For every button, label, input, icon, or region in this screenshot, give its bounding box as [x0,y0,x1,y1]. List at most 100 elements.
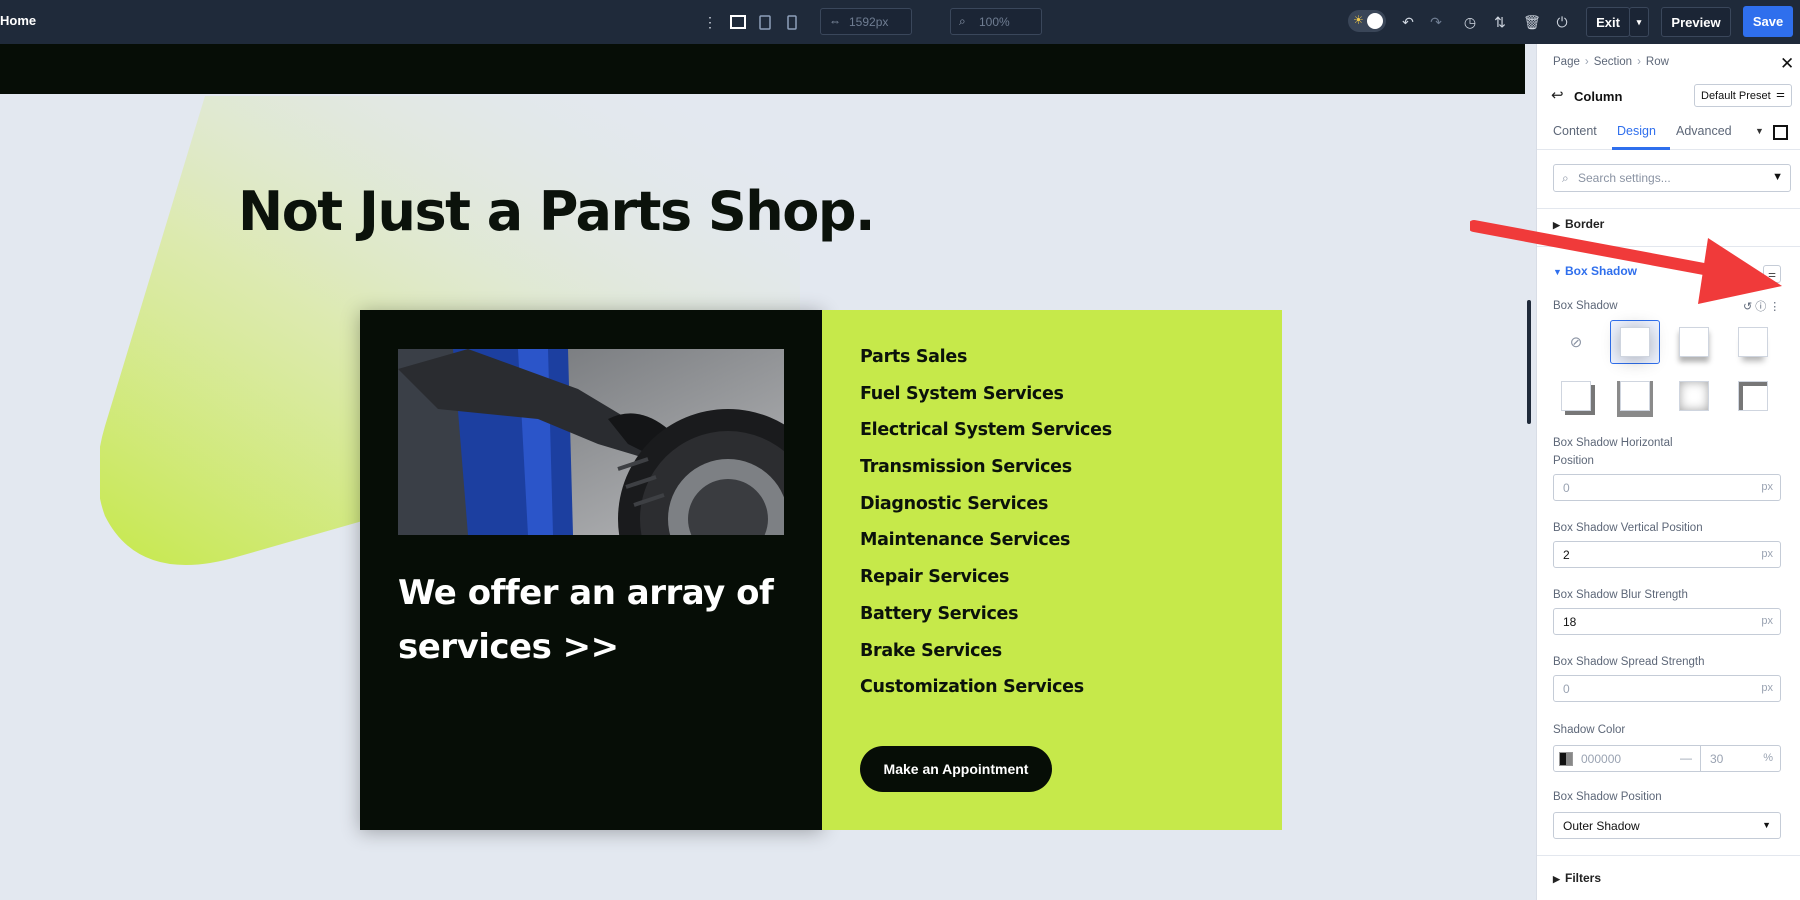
spread-strength-label: Box Shadow Spread Strength [1553,656,1705,668]
shadow-preview [1679,327,1709,357]
zoom-field[interactable]: ⌕ 100% [950,8,1042,35]
shadow-preset-5[interactable] [1610,374,1660,418]
opacity-placeholder[interactable]: 30 [1710,752,1723,766]
breadcrumb-page[interactable]: Page [1553,56,1580,68]
sort-icon[interactable]: ⇅ [1490,12,1510,32]
back-arrow-icon[interactable]: ↩ [1551,86,1564,104]
chevron-right-icon: › [1637,56,1641,68]
spread-strength-placeholder: 0 [1563,681,1570,696]
header-strip [0,44,1525,94]
service-item[interactable]: Fuel System Services [860,384,1112,421]
history-icon[interactable]: ◷ [1460,12,1480,32]
shadow-none-option[interactable]: ⊘ [1551,320,1601,364]
service-item[interactable]: Battery Services [860,604,1112,641]
preview-label: Preview [1671,14,1721,30]
no-shadow-icon: ⊘ [1569,334,1583,351]
width-arrows-icon: ⇔ [829,14,841,28]
tab-advanced[interactable]: Advanced [1676,124,1732,138]
theme-toggle[interactable]: ☀ [1348,10,1386,32]
make-appointment-button[interactable]: Make an Appointment [860,746,1052,792]
window-icon[interactable] [1773,125,1788,140]
service-item[interactable]: Customization Services [860,677,1112,714]
breadcrumb-row[interactable]: Row [1646,56,1669,68]
horizontal-position-input[interactable]: 0 px [1553,474,1781,501]
service-item[interactable]: Diagnostic Services [860,494,1112,531]
breadcrumb: Page › Section › Row [1553,56,1669,68]
trash-icon[interactable]: 🗑 [1522,12,1542,32]
shadow-color-field[interactable]: 000000 — 30 % [1553,745,1781,772]
close-icon[interactable]: ✕ [1780,54,1794,74]
section-headline[interactable]: Not Just a Parts Shop. [238,180,876,243]
redo-icon[interactable]: ↷ [1426,12,1446,32]
shadow-preview [1679,381,1709,411]
phone-view-icon[interactable] [782,12,802,32]
service-item[interactable]: Brake Services [860,641,1112,678]
preset-selector[interactable]: Default Preset ⚌ [1694,84,1792,107]
horizontal-position-label: Box Shadow Horizontal Position [1553,437,1673,467]
tab-design[interactable]: Design [1617,124,1656,138]
services-intro-column[interactable]: We offer an array of services >> [360,310,822,830]
divider [1700,746,1701,771]
shadow-preset-4[interactable] [1551,374,1601,418]
drag-handle-icon[interactable]: ⋮ [700,12,720,32]
panel-title: Column [1574,89,1623,104]
exit-label: Exit [1596,14,1620,30]
service-item[interactable]: Repair Services [860,567,1112,604]
search-settings-input[interactable]: ⌕ Search settings... ▼ [1553,164,1791,192]
undo-icon[interactable]: ↶ [1398,12,1418,32]
vertical-position-value: 2 [1563,547,1570,562]
shadow-position-select[interactable]: Outer Shadow ▼ [1553,812,1781,839]
services-list-column[interactable]: Parts Sales Fuel System Services Electri… [822,310,1282,830]
tablet-view-icon[interactable] [755,12,775,32]
caret-down-icon[interactable]: ▼ [1755,126,1764,136]
top-toolbar: Home ⋮ ⇔ 1592px ⌕ 100% ☀ ↶ ↷ ◷ ⇅ 🗑 ⏻ Exi… [0,0,1800,44]
sun-icon: ☀ [1353,13,1364,27]
vertical-position-label: Box Shadow Vertical Position [1553,522,1703,534]
appointment-label: Make an Appointment [883,761,1029,777]
services-tagline[interactable]: We offer an array of services >> [398,566,788,674]
divider [1537,855,1800,856]
exit-menu-button[interactable]: ▾ [1629,7,1649,37]
caret-down-icon: ▼ [1762,820,1771,830]
vertical-position-input[interactable]: 2 px [1553,541,1781,568]
shadow-preview [1620,327,1650,357]
color-swatch[interactable] [1559,752,1573,766]
filter-icon[interactable]: ▼ [1772,171,1783,183]
annotation-arrow-icon [1470,220,1782,304]
shadow-preset-2[interactable] [1669,320,1719,364]
shadow-preset-1[interactable] [1610,320,1660,364]
spread-strength-input[interactable]: 0 px [1553,675,1781,702]
canvas-width-field[interactable]: ⇔ 1592px [820,8,912,35]
zoom-search-icon: ⌕ [959,14,966,28]
search-icon: ⌕ [1562,171,1569,185]
tab-content[interactable]: Content [1553,124,1597,138]
builder-canvas[interactable]: Not Just a Parts Shop. We offer an array… [0,44,1525,900]
group-filters[interactable]: ▶ Filters [1553,871,1601,885]
service-item[interactable]: Maintenance Services [860,530,1112,567]
shadow-preview [1620,381,1650,411]
zoom-value: 100% [979,14,1010,29]
preview-button[interactable]: Preview [1661,7,1731,37]
blur-strength-input[interactable]: 18 px [1553,608,1781,635]
breadcrumb-section[interactable]: Section [1594,56,1632,68]
chevron-down-icon: ▾ [1636,16,1642,27]
power-icon[interactable]: ⏻ [1552,12,1572,32]
color-hex-placeholder: 000000 [1581,752,1622,766]
service-item[interactable]: Parts Sales [860,347,1112,384]
home-link[interactable]: Home [0,13,36,28]
save-button[interactable]: Save [1743,6,1793,37]
exit-button[interactable]: Exit [1586,7,1630,37]
shadow-preset-6[interactable] [1669,374,1719,418]
desktop-view-icon[interactable] [728,12,748,32]
shadow-preview [1738,327,1768,357]
panel-tabs: Content Design Advanced ▼ [1537,116,1800,150]
service-item[interactable]: Transmission Services [860,457,1112,494]
shadow-preset-3[interactable] [1728,320,1778,364]
chevron-right-icon: › [1584,56,1589,68]
mechanic-tire-photo[interactable] [398,349,784,535]
shadow-preset-7[interactable] [1728,374,1778,418]
service-item[interactable]: Electrical System Services [860,420,1112,457]
canvas-scrollbar[interactable] [1527,300,1531,424]
blur-strength-value: 18 [1563,614,1577,629]
shadow-preview [1561,381,1591,411]
